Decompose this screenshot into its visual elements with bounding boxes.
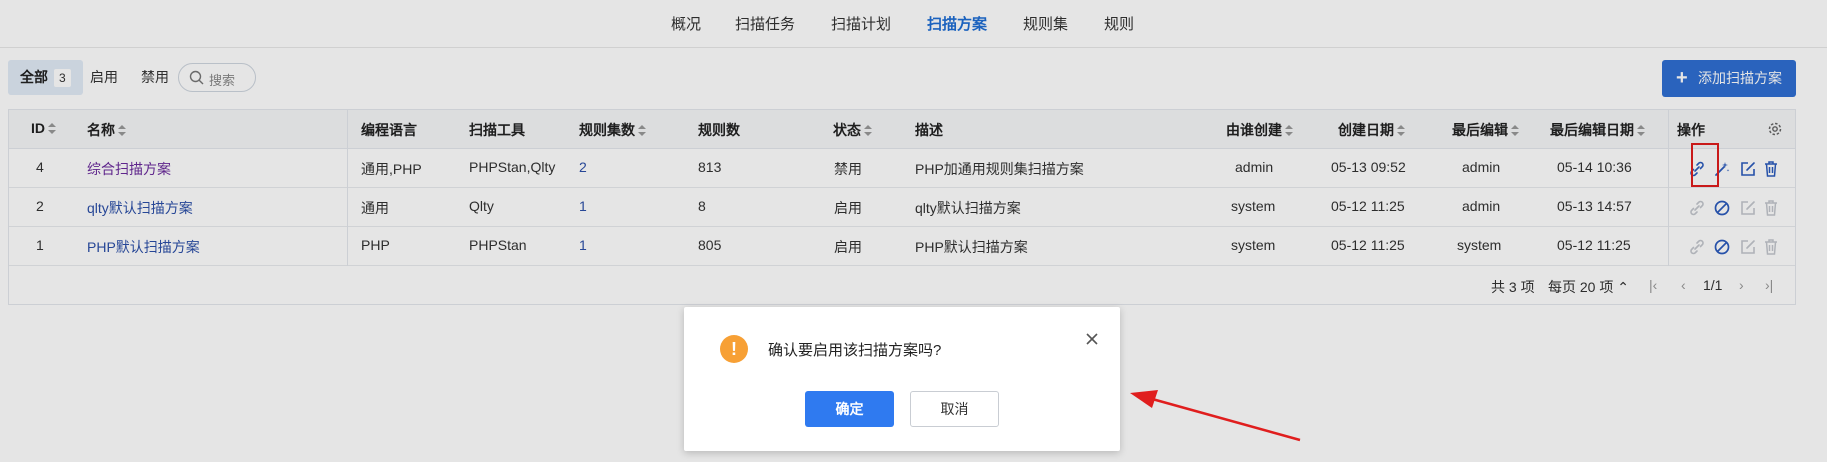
close-icon[interactable] (1082, 329, 1102, 349)
warning-icon: ! (720, 335, 748, 363)
confirm-button[interactable]: 确定 (805, 391, 894, 427)
cancel-button[interactable]: 取消 (910, 391, 999, 427)
confirm-dialog: ! 确认要启用该扫描方案吗? 确定 取消 (684, 307, 1120, 451)
dialog-message: 确认要启用该扫描方案吗? (768, 342, 942, 359)
